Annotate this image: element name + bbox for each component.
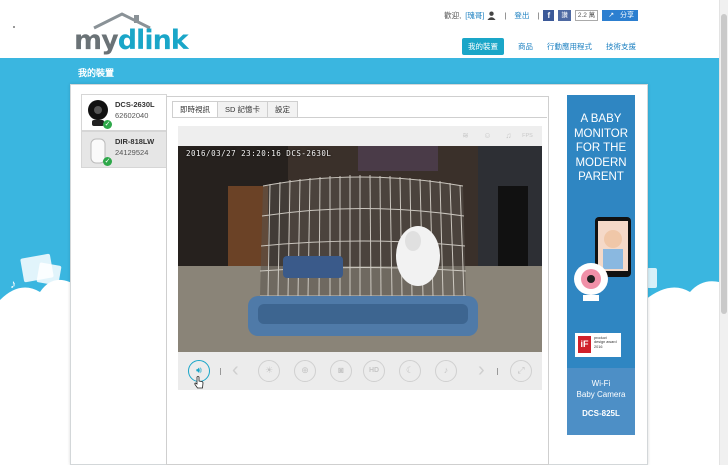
brightness-button[interactable]: ☀ [258, 360, 280, 382]
ad-headline-line: A BABY [580, 113, 622, 125]
zoom-button[interactable]: ⊕ [294, 360, 316, 382]
device-id: 62602040 [115, 111, 149, 120]
svg-text:♫: ♫ [26, 289, 35, 303]
device-tabs: 即時視訊 SD 記憶卡 設定 [172, 101, 299, 118]
microphone-button[interactable]: ♪ [435, 360, 457, 382]
baby-camera-product-image [574, 217, 631, 301]
ad-product-line2: Baby Camera [576, 390, 626, 399]
tab-divider [172, 117, 547, 118]
fps-icon: FPS [522, 133, 533, 139]
device-list: ✓ DCS-2630L 62602040 ✓ DIR-818LW 2412952… [81, 94, 167, 168]
hd-button[interactable]: HD [363, 360, 385, 382]
device-name: DIR-818LW [115, 137, 155, 146]
if-design-award-badge: iF product design award 2016 [575, 333, 621, 357]
live-video-feed[interactable] [178, 146, 542, 352]
divider [497, 368, 498, 375]
ad-model: DCS-825L [582, 409, 620, 418]
person-icon: ☺ [483, 131, 492, 140]
tab-sd-card[interactable]: SD 記憶卡 [217, 101, 269, 118]
device-item-dir-818lw[interactable]: ✓ DIR-818LW 24129524 [81, 131, 167, 168]
cursor-hand-icon [194, 376, 204, 389]
tab-settings[interactable]: 設定 [267, 101, 299, 118]
svg-text:♪: ♪ [10, 277, 16, 291]
next-arrow-icon[interactable]: › [478, 359, 485, 381]
ad-headline-line: MODERN [575, 156, 627, 169]
video-image [178, 146, 542, 352]
if-logo-icon: iF [578, 336, 591, 353]
music-notes-decoration-icon: ♪ ♫ [10, 253, 62, 303]
device-id: 24129524 [115, 148, 149, 157]
camera-status-strip: ≋ ☺ ♫ FPS [178, 126, 542, 146]
ad-product-line1: Wi-Fi [591, 379, 611, 388]
page-scrollbar[interactable] [719, 0, 728, 465]
tab-live-video[interactable]: 即時視訊 [172, 101, 218, 118]
ad-headline-line: FOR THE [575, 142, 627, 154]
ad-headline: A BABY MONITOR FOR THE MODERN PARENT [567, 112, 635, 185]
zoom-icon: ⊕ [301, 365, 309, 375]
ad-footer: Wi-Fi Baby Camera DCS-825L [567, 368, 635, 435]
speaker-icon: 🔊︎ [196, 365, 202, 375]
previous-arrow-icon[interactable]: ‹ [232, 359, 239, 381]
divider [220, 368, 221, 375]
ad-headline-line: PARENT [578, 171, 624, 183]
device-name: DCS-2630L [115, 100, 155, 109]
sun-icon: ☀ [264, 365, 274, 375]
camera-icon: ◙ [338, 365, 344, 375]
video-timestamp: 2016/03/27 23:20:16 DCS-2630L [186, 149, 332, 158]
day-night-icon: ☾ [405, 365, 415, 375]
microphone-icon: ♪ [443, 365, 449, 375]
online-check-icon: ✓ [103, 120, 112, 129]
snapshot-button[interactable]: ◙ [330, 360, 352, 382]
fullscreen-button[interactable]: ⤢ [510, 360, 532, 382]
device-item-dcs-2630l[interactable]: ✓ DCS-2630L 62602040 [81, 94, 167, 131]
fullscreen-icon: ⤢ [517, 365, 525, 375]
motion-icon: ≋ [462, 131, 469, 140]
ad-headline-line: MONITOR [573, 127, 629, 140]
video-controls: 🔊︎ ‹ ☀ ⊕ ◙ HD ☾ ♪ › ⤢ [178, 352, 542, 390]
award-text: 2016 [594, 344, 603, 349]
scrollbar-thumb[interactable] [721, 14, 727, 314]
online-check-icon: ✓ [103, 157, 112, 166]
day-night-button[interactable]: ☾ [399, 360, 421, 382]
sound-icon: ♫ [505, 131, 512, 140]
baby-monitor-ad[interactable]: A BABY MONITOR FOR THE MODERN PARENT iF … [567, 95, 635, 435]
